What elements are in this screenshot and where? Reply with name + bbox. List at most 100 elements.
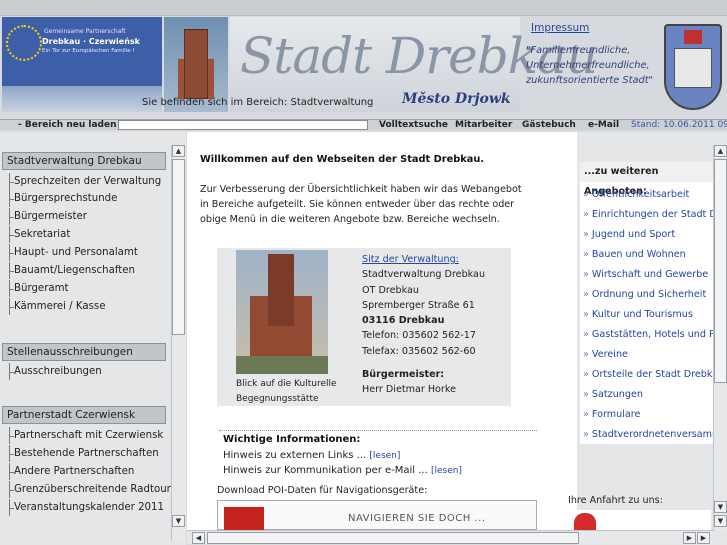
- important-info: Wichtige Informationen: Hinweis zu exter…: [219, 430, 537, 484]
- hinweis-text: Hinweis zur Kommunikation per e-Mail ...: [223, 465, 428, 476]
- scroll-thumb[interactable]: [172, 159, 185, 335]
- offer-link[interactable]: » Jugend und Sport: [583, 229, 713, 240]
- nav-item[interactable]: Haupt- und Personalamt: [9, 244, 138, 261]
- nav-item[interactable]: Veranstaltungskalender 2011: [9, 499, 164, 516]
- scroll-thumb[interactable]: [714, 159, 727, 383]
- motto-line: zukunftsorientierte Stadt": [526, 75, 654, 86]
- welcome-heading: Willkommen auf den Webseiten der Stadt D…: [200, 154, 485, 165]
- banner-line2: Drebkau · Czerwieńsk: [42, 37, 140, 46]
- bereich-select[interactable]: [118, 120, 368, 130]
- motto-line: "Familienfreundliche,: [526, 45, 631, 56]
- left-scrollbar[interactable]: ▲ ▼: [171, 145, 185, 541]
- offer-link[interactable]: » Kultur und Tourismus: [583, 309, 713, 320]
- scroll-down-icon[interactable]: ▼: [172, 515, 185, 527]
- content-hscrollbar[interactable]: ◀ ▶ ▶: [187, 530, 713, 544]
- eagle-shape: [684, 30, 702, 44]
- mayor-label: Bürgermeister:: [362, 369, 445, 381]
- scroll-right-icon[interactable]: ▶: [683, 532, 696, 544]
- nav-section-stadtverwaltung[interactable]: Stadtverwaltung Drebkau: [2, 152, 166, 170]
- offer-link[interactable]: » Formulare: [583, 409, 713, 420]
- banner-line1: Gemeinsame Partnerschaft: [44, 28, 126, 35]
- nav-item[interactable]: Bestehende Partnerschaften: [9, 445, 159, 462]
- address-zip: 03116 Drebkau: [362, 315, 445, 327]
- important-title: Wichtige Informationen:: [223, 434, 361, 445]
- nav-item[interactable]: Partnerschaft mit Czerwiensk: [9, 427, 163, 444]
- nav-item[interactable]: Grenzüberschreitende Radtour: [9, 481, 171, 498]
- hinweis-text: Hinweis zu externen Links ...: [223, 450, 367, 461]
- banner-photo: [2, 86, 162, 112]
- phone: Telefon: 035602 562-17: [362, 330, 476, 342]
- nav-section-partnerstadt[interactable]: Partnerstadt Czerwiensk: [2, 406, 166, 424]
- nav-item[interactable]: Bauamt/Liegenschaften: [9, 262, 135, 279]
- offer-link[interactable]: » Bauen und Wohnen: [583, 249, 713, 260]
- offer-link[interactable]: » Satzungen: [583, 389, 713, 400]
- offer-link[interactable]: » Ordnung und Sicherheit: [583, 289, 713, 300]
- scroll-left-icon[interactable]: ◀: [192, 532, 205, 544]
- offers-box: [580, 162, 713, 444]
- address-block: Sitz der Verwaltung: Stadtverwaltung Dre…: [362, 252, 485, 398]
- nav-item[interactable]: Bürgermeister: [9, 208, 87, 225]
- stand-date: Stand: 10.06.2011 09: [631, 120, 727, 130]
- offer-link[interactable]: » Wirtschaft und Gewerbe: [583, 269, 713, 280]
- hinweis-email: Hinweis zur Kommunikation per e-Mail ...…: [223, 465, 462, 476]
- nav-item[interactable]: Bürgeramt: [9, 280, 69, 297]
- ground-shape: [236, 356, 328, 374]
- lesen-link[interactable]: [lesen]: [431, 466, 462, 476]
- nav-item[interactable]: Ausschreibungen: [9, 363, 102, 380]
- sitz-link[interactable]: Sitz der Verwaltung:: [362, 252, 485, 267]
- address-line: OT Drebkau: [362, 284, 419, 296]
- scroll-down-icon[interactable]: ▼: [714, 515, 727, 527]
- motto-line: Unternehmerfreundliche,: [526, 60, 650, 71]
- caption-line: Blick auf die Kulturelle: [236, 379, 337, 389]
- nav-item[interactable]: Bürgersprechstunde: [9, 190, 117, 207]
- nav-item[interactable]: Sekretariat: [9, 226, 70, 243]
- poi-logo-icon: [224, 507, 264, 531]
- nav-item[interactable]: Andere Partnerschaften: [9, 463, 134, 480]
- offer-link[interactable]: » Vereine: [583, 349, 713, 360]
- gaestebuch-link[interactable]: Gästebuch: [522, 120, 576, 130]
- nav-item[interactable]: Sprechzeiten der Verwaltung: [9, 173, 161, 190]
- partnership-banner[interactable]: Gemeinsame Partnerschaft Drebkau · Czerw…: [2, 17, 162, 86]
- tower-shape: [268, 254, 294, 326]
- lesen-link[interactable]: [lesen]: [369, 451, 400, 461]
- caption-line: Begegnungsstätte: [236, 394, 319, 404]
- bereich-select-label[interactable]: - Bereich neu laden -: [18, 120, 123, 130]
- scroll-up-icon[interactable]: ▲: [172, 145, 185, 157]
- eu-stars-icon: [6, 25, 42, 61]
- fax: Telefax: 035602 562-60: [362, 345, 476, 357]
- nav-item[interactable]: Kämmerei / Kasse: [9, 298, 105, 315]
- scroll-up-icon[interactable]: ▲: [714, 145, 727, 157]
- banner-line3: Ein Tor zur Europäischen Familie !: [42, 48, 135, 54]
- offer-link[interactable]: » Einrichtungen der Stadt Drebkau: [583, 209, 713, 220]
- email-link[interactable]: e-Mail: [588, 120, 619, 130]
- offer-link[interactable]: » Gaststätten, Hotels und Pensionen: [583, 329, 713, 340]
- poi-banner[interactable]: NAVIGIEREN SIE DOCH ...: [217, 500, 537, 531]
- intro-text: Zur Verbesserung der Übersichtlichkeit h…: [200, 184, 522, 225]
- map-logo-icon: [574, 513, 596, 531]
- scroll-thumb[interactable]: [207, 532, 579, 544]
- nav-section-stellen[interactable]: Stellenausschreibungen: [2, 343, 166, 361]
- scroll-down-icon[interactable]: ▼: [714, 501, 727, 513]
- motto: "Familienfreundliche, Unternehmerfreundl…: [526, 43, 653, 88]
- site-subtitle: Město Drjowk: [402, 91, 511, 107]
- volltextsuche-link[interactable]: Volltextsuche: [379, 120, 448, 130]
- mitarbeiter-link[interactable]: Mitarbeiter: [455, 120, 512, 130]
- offer-link[interactable]: » Ortsteile der Stadt Drebkau: [583, 369, 713, 380]
- directions-map[interactable]: [568, 510, 711, 531]
- mayor-name: Herr Dietmar Horke: [362, 384, 456, 396]
- address-line: Stadtverwaltung Drebkau: [362, 269, 486, 281]
- breadcrumb: Sie befinden sich im Bereich: Stadtverwa…: [142, 97, 374, 108]
- impressum-link[interactable]: Impressum: [531, 22, 589, 34]
- photo-caption: Blick auf die Kulturelle Begegnungsstätt…: [236, 377, 337, 407]
- hinweis-links: Hinweis zu externen Links ... [lesen]: [223, 450, 400, 461]
- scroll-right-icon[interactable]: ▶: [697, 532, 710, 544]
- address-line: Spremberger Straße 61: [362, 299, 475, 311]
- offer-link[interactable]: » Öffentlichkeitsarbeit: [583, 189, 713, 200]
- right-scrollbar[interactable]: ▲ ▼ ▼: [713, 145, 727, 531]
- cultural-center-photo: [236, 250, 328, 374]
- directions-label: Ihre Anfahrt zu uns:: [568, 495, 663, 506]
- poi-download-label: Download POI-Daten für Navigationsgeräte…: [217, 485, 428, 496]
- tower-shape: [184, 29, 208, 99]
- offer-link[interactable]: » Stadtverordnetenversammlung: [583, 429, 713, 440]
- left-nav: Stadtverwaltung Drebkau Sprechzeiten der…: [0, 132, 186, 545]
